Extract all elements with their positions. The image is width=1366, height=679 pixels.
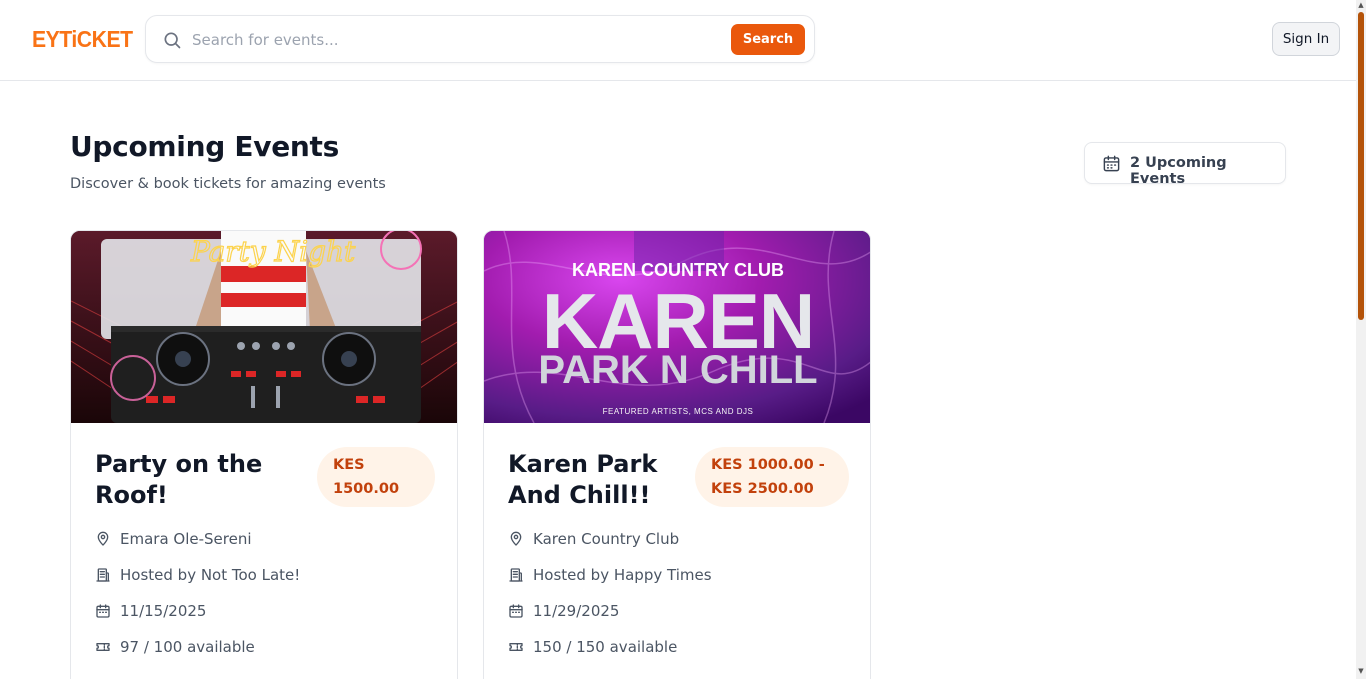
event-image-text: Party Night [190, 235, 356, 268]
search-icon [164, 32, 181, 49]
building-icon [96, 568, 110, 582]
event-card[interactable]: KAREN COUNTRY CLUB KAREN PARK N CHILL FE… [483, 230, 871, 679]
event-location: Emara Ole-Sereni [95, 529, 252, 549]
page-scrollbar[interactable]: ▲ ▼ [1356, 0, 1366, 679]
event-date-text: 11/29/2025 [533, 602, 620, 620]
event-host-text: Hosted by Happy Times [533, 566, 712, 584]
upcoming-count-label: 2 Upcoming Events [1130, 155, 1227, 187]
event-location-text: Karen Country Club [533, 530, 680, 548]
scroll-down-arrow[interactable]: ▼ [1357, 668, 1365, 675]
ticket-icon [509, 643, 523, 651]
calendar-icon [509, 604, 523, 618]
event-image[interactable]: KAREN COUNTRY CLUB KAREN PARK N CHILL FE… [484, 231, 870, 423]
event-host-text: Hosted by Not Too Late! [120, 566, 301, 584]
map-pin-icon [97, 531, 109, 546]
event-image-small-text: FEATURED ARTISTS, MCS AND DJS [603, 407, 754, 416]
calendar-icon [1103, 155, 1120, 172]
event-image-party-night: Party Night [71, 231, 457, 423]
event-date-text: 11/15/2025 [120, 602, 207, 620]
event-availability-text: 97 / 100 available [120, 638, 255, 656]
event-date: 11/29/2025 [508, 601, 619, 621]
event-title[interactable]: Karen Park And Chill!! [508, 449, 708, 511]
event-availability-text: 150 / 150 available [533, 638, 678, 656]
search-input[interactable] [192, 24, 712, 56]
top-nav: EYTiCKET Search Sign In [0, 0, 1356, 81]
scroll-up-arrow[interactable]: ▲ [1357, 2, 1365, 9]
event-location: Karen Country Club [508, 529, 679, 549]
search-button[interactable]: Search [731, 24, 805, 55]
upcoming-count-badge: 2 Upcoming Events [1084, 142, 1286, 187]
event-availability: 150 / 150 available [508, 637, 677, 657]
search-bar: Search [145, 15, 815, 63]
building-icon [509, 568, 523, 582]
price-badge: KES 1000.00 - KES 2500.00 [695, 447, 849, 507]
event-image-karen-park: KAREN COUNTRY CLUB KAREN PARK N CHILL FE… [484, 231, 870, 423]
calendar-icon [96, 604, 110, 618]
event-host: Hosted by Happy Times [508, 565, 712, 585]
event-image-sub-text: PARK N CHILL [538, 348, 817, 392]
logo[interactable]: EYTiCKET [32, 26, 133, 52]
page-subtitle: Discover & book tickets for amazing even… [70, 176, 386, 192]
event-card[interactable]: Party Night Party on the Roof! KES 1500.… [70, 230, 458, 679]
sign-in-button[interactable]: Sign In [1272, 22, 1340, 56]
event-image[interactable]: Party Night [71, 231, 457, 423]
event-date: 11/15/2025 [95, 601, 206, 621]
ticket-icon [96, 643, 110, 651]
event-availability: 97 / 100 available [95, 637, 255, 657]
scroll-thumb[interactable] [1358, 12, 1364, 320]
map-pin-icon [510, 531, 522, 546]
event-host: Hosted by Not Too Late! [95, 565, 300, 585]
event-location-text: Emara Ole-Sereni [120, 530, 252, 548]
price-badge: KES 1500.00 [317, 447, 435, 507]
page-title: Upcoming Events [70, 130, 339, 163]
event-title[interactable]: Party on the Roof! [95, 449, 295, 511]
